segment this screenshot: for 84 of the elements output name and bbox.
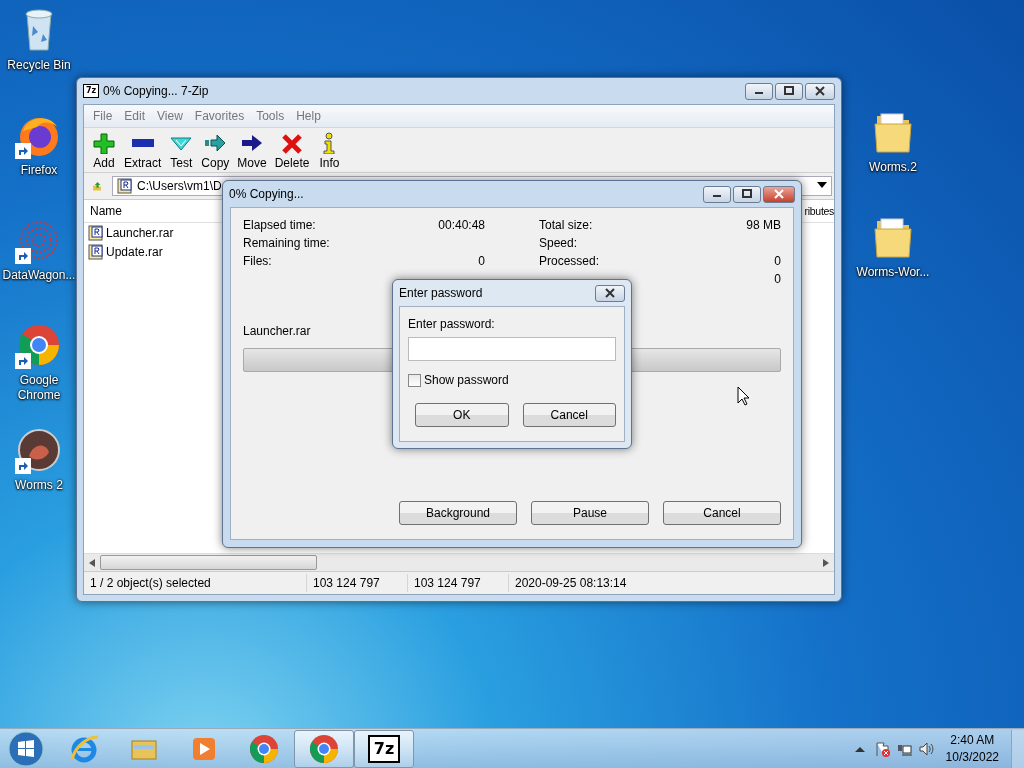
clock-time[interactable]: 2:40 AM (950, 732, 995, 749)
archive-icon (88, 243, 104, 260)
menu-item[interactable]: File (88, 108, 118, 124)
scrollbar-thumb[interactable] (100, 555, 317, 570)
dialog-button[interactable]: Cancel (522, 403, 616, 427)
desktop-icon-label[interactable]: DataWagon... (2, 268, 76, 283)
menu-item[interactable]: Favorites (189, 108, 250, 124)
archive-icon (88, 224, 104, 241)
desktop-icon-label[interactable]: Worms-Wor... (856, 265, 930, 280)
dialog-title: 0% Copying... (229, 187, 305, 201)
stat-label: Total size: (539, 218, 593, 232)
close-button[interactable] (805, 82, 835, 100)
flag-warning-icon[interactable] (873, 741, 890, 757)
checkbox-label[interactable]: Show password (424, 373, 509, 387)
file-name[interactable]: Launcher.rar (106, 225, 174, 240)
menu-item[interactable]: Help (291, 108, 326, 124)
field-label: Enter password: (408, 317, 496, 331)
dialog-button[interactable]: Pause (531, 501, 649, 525)
stat-label: Files: (243, 254, 272, 268)
taskbar-button[interactable]: 7z (354, 730, 414, 768)
window-title: 0% Copying... 7-Zip (103, 84, 210, 98)
mouse-pointer-icon (737, 386, 750, 406)
close-button[interactable] (763, 185, 795, 203)
arrow-icon (203, 132, 228, 154)
dialog-title: Enter password (399, 286, 484, 300)
chrome-icon (308, 733, 340, 765)
minimize-button[interactable] (703, 185, 731, 203)
status-text: 103 124 797 (307, 574, 408, 592)
toolbar-button[interactable]: Add (88, 132, 120, 170)
plus-icon (92, 132, 116, 154)
status-text: 103 124 797 (408, 574, 509, 592)
browser-e-icon (68, 733, 100, 765)
file-name[interactable]: Update.rar (106, 244, 163, 259)
stat-label: Remaining time: (243, 236, 330, 250)
maximize-icon[interactable] (741, 189, 753, 199)
minimize-button[interactable] (745, 82, 773, 100)
toolbar-button[interactable]: Test (165, 132, 198, 170)
desktop-icon-label[interactable]: Firefox (20, 163, 58, 178)
menu-item[interactable]: View (152, 108, 188, 124)
stat-label: Processed: (539, 254, 600, 268)
toolbar-button[interactable]: Copy (197, 132, 234, 170)
status-text: 1 / 2 object(s) selected (84, 574, 307, 592)
start-button[interactable] (6, 730, 46, 768)
stat-value: 98 MB (746, 218, 781, 232)
stat-value: 00:40:48 (438, 218, 485, 232)
toolbar-button[interactable]: Delete (270, 132, 314, 170)
password-field[interactable] (408, 337, 616, 361)
desktop-icon-label[interactable]: Google Chrome (1, 373, 77, 403)
dialog-button[interactable]: Background (399, 501, 517, 525)
current-file-name: Launcher.rar (243, 324, 311, 338)
app-logo-icon: 7z (83, 84, 99, 98)
toolbar-button[interactable]: Extract (120, 132, 166, 170)
dialog-button[interactable]: Cancel (663, 501, 781, 525)
close-icon[interactable] (604, 288, 616, 298)
dropdown-caret-icon[interactable] (817, 182, 827, 190)
stat-value: 0 (774, 272, 781, 286)
menu-item[interactable]: Edit (119, 108, 151, 124)
menu-item[interactable]: Tools (251, 108, 290, 124)
show-password-checkbox[interactable] (408, 373, 421, 387)
stat-value: 0 (478, 254, 485, 268)
volume-icon[interactable] (917, 741, 934, 757)
toolbar-button[interactable]: Move (233, 132, 271, 170)
scroll-left-icon[interactable] (89, 558, 95, 567)
close-icon[interactable] (814, 86, 826, 96)
desktop-icon-label[interactable]: Worms.2 (869, 160, 917, 175)
stat-value: 0 (774, 254, 781, 268)
chrome-icon (248, 733, 280, 765)
desktop-icon-label[interactable]: Recycle Bin (7, 58, 71, 73)
stat-label: Elapsed time: (243, 218, 316, 232)
clock-date[interactable]: 10/3/2022 (945, 749, 999, 766)
column-header[interactable]: ributes (804, 205, 834, 217)
toolbar-button[interactable]: Info (313, 132, 346, 170)
maximize-icon[interactable] (783, 86, 795, 96)
dialog-button[interactable]: OK (415, 403, 509, 427)
status-text: 2020-09-25 08:13:14 (514, 575, 628, 592)
maximize-button[interactable] (775, 82, 803, 100)
cross-icon (280, 132, 305, 154)
scroll-right-icon[interactable] (823, 558, 829, 567)
close-button[interactable] (595, 284, 625, 302)
maximize-button[interactable] (733, 185, 761, 203)
column-header[interactable]: Name (90, 204, 122, 218)
stat-label: Speed: (539, 236, 578, 250)
taskbar-button[interactable] (294, 730, 354, 768)
address-text: C:\Users\vm1\D (137, 179, 222, 193)
